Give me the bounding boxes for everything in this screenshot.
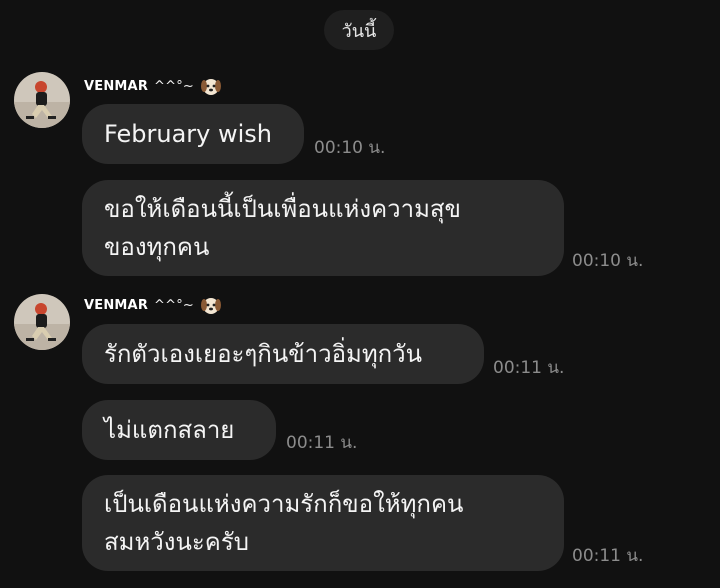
chat-view: วันนี้ VENMAR ^^°~ February wish 00:10 น… (0, 0, 720, 588)
message-bubble[interactable]: รักตัวเองเยอะๆกินข้าวอิ่มทุกวัน (82, 324, 484, 384)
sender-name-text: VENMAR (84, 78, 149, 94)
message-bubble[interactable]: เป็นเดือนแห่งความรักก็ขอให้ทุกคน สมหวังน… (82, 475, 564, 571)
sender-name-suffix: ^^°~ (154, 78, 195, 94)
sender-name: VENMAR ^^°~ (84, 292, 222, 318)
message-text: ขอให้เดือนนี้เป็นเพื่อนแห่งความสุข (104, 195, 461, 223)
dog-face-icon (200, 294, 222, 316)
sender-name: VENMAR ^^°~ (84, 73, 222, 99)
message-timestamp: 00:11 น. (493, 358, 565, 378)
message-text: ไม่แตกสลาย (104, 416, 235, 444)
message-text: ของทุกคน (104, 233, 210, 261)
message-text: February wish (104, 120, 272, 148)
message-bubble[interactable]: ไม่แตกสลาย (82, 400, 276, 460)
avatar[interactable] (14, 72, 70, 128)
message-text: เป็นเดือนแห่งความรักก็ขอให้ทุกคน (104, 490, 464, 518)
dog-face-icon (200, 75, 222, 97)
avatar-photo (14, 294, 70, 350)
message-timestamp: 00:11 น. (572, 546, 644, 566)
message-text: สมหวังนะครับ (104, 528, 249, 556)
message-timestamp: 00:10 น. (314, 138, 386, 158)
message-bubble[interactable]: ขอให้เดือนนี้เป็นเพื่อนแห่งความสุข ของทุ… (82, 180, 564, 276)
avatar-photo (14, 72, 70, 128)
message-timestamp: 00:10 น. (572, 251, 644, 271)
sender-name-suffix: ^^°~ (154, 297, 195, 313)
sender-name-text: VENMAR (84, 297, 149, 313)
message-text: รักตัวเองเยอะๆกินข้าวอิ่มทุกวัน (104, 340, 423, 368)
message-bubble[interactable]: February wish (82, 104, 304, 164)
date-divider: วันนี้ (324, 10, 394, 50)
avatar[interactable] (14, 294, 70, 350)
message-timestamp: 00:11 น. (286, 433, 358, 453)
